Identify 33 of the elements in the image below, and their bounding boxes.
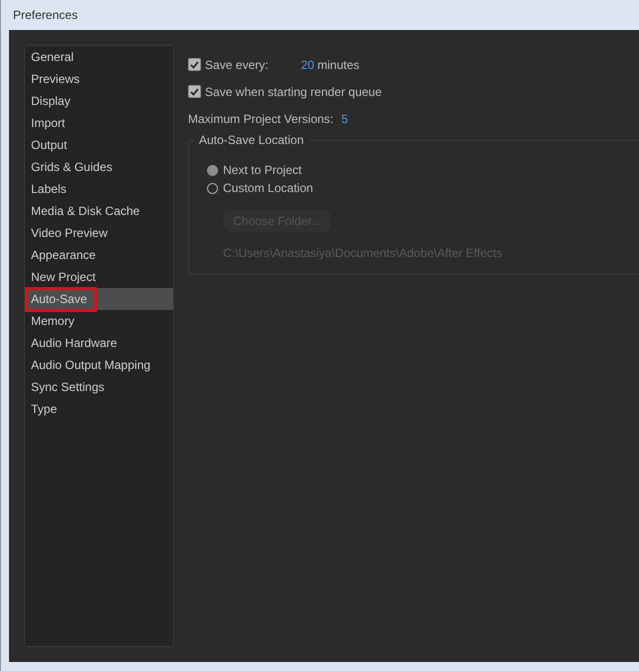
category-item[interactable]: Labels bbox=[25, 178, 173, 200]
window-title: Preferences bbox=[12, 7, 79, 24]
category-item[interactable]: Auto-Save bbox=[25, 288, 173, 310]
checkmark-icon bbox=[190, 60, 199, 68]
radio-label: Next to Project bbox=[223, 163, 302, 177]
unit-label: minutes bbox=[317, 58, 360, 72]
render-queue-checkbox[interactable] bbox=[188, 85, 201, 98]
category-item[interactable]: Output bbox=[25, 134, 173, 156]
category-item[interactable]: Media & Disk Cache bbox=[25, 200, 173, 222]
category-item[interactable]: Sync Settings bbox=[25, 376, 173, 398]
render-queue-label: Save when starting render queue bbox=[205, 84, 382, 98]
category-item[interactable]: Display bbox=[25, 90, 173, 112]
category-item[interactable]: Grids & Guides bbox=[25, 156, 173, 178]
category-item[interactable]: Type bbox=[25, 398, 173, 420]
category-item[interactable]: Appearance bbox=[25, 244, 173, 266]
category-item[interactable]: Audio Output Mapping bbox=[25, 354, 173, 376]
save-every-label: Save every: bbox=[205, 58, 270, 72]
max-versions-label: Maximum Project Versions: bbox=[188, 112, 334, 126]
category-item[interactable]: General bbox=[25, 46, 173, 68]
radio-label: Custom Location bbox=[223, 181, 314, 195]
category-item[interactable]: Previews bbox=[25, 68, 173, 90]
category-item[interactable]: New Project bbox=[25, 266, 173, 288]
save-every-checkbox[interactable] bbox=[188, 58, 201, 71]
radio-button[interactable] bbox=[207, 164, 218, 176]
max-versions-value[interactable]: 5 bbox=[341, 112, 348, 126]
checkmark-icon bbox=[190, 88, 199, 96]
category-item[interactable]: Memory bbox=[25, 310, 173, 332]
category-item[interactable]: Video Preview bbox=[25, 222, 173, 244]
group-title: Auto-Save Location bbox=[195, 133, 308, 147]
category-item[interactable]: Audio Hardware bbox=[25, 332, 173, 354]
category-item[interactable]: Import bbox=[25, 112, 173, 134]
interval-value[interactable]: 20 bbox=[301, 58, 314, 72]
radio-button[interactable] bbox=[207, 182, 218, 194]
